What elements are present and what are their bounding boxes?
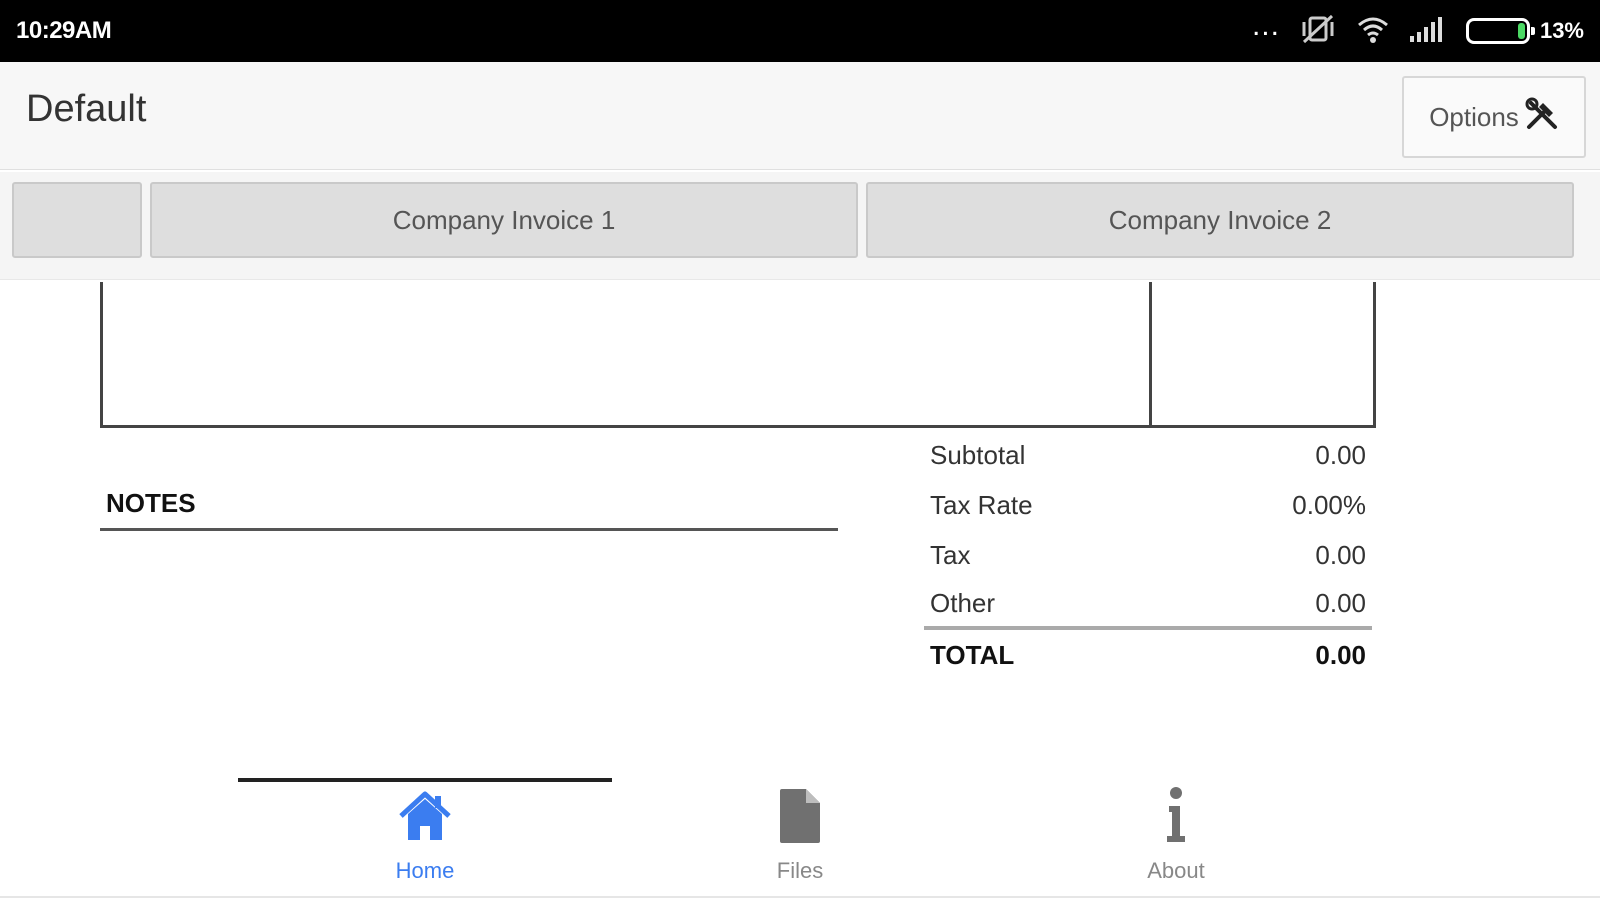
bottom-divider (0, 896, 1600, 898)
nav-home[interactable]: Home (238, 784, 612, 894)
battery-percent: 13% (1539, 18, 1584, 43)
signal-icon (1408, 14, 1448, 49)
notes-label: NOTES (106, 488, 196, 518)
overflow-dots: ... (1251, 9, 1280, 42)
battery-fill (1517, 23, 1525, 39)
battery-icon (1465, 18, 1535, 44)
line-items-table[interactable] (100, 282, 1376, 428)
subtotal-value: 0.00 (1315, 439, 1366, 470)
options-label: Options (1429, 101, 1519, 132)
info-icon (1146, 784, 1206, 848)
tools-icon (1525, 97, 1559, 138)
status-time: 10:29AM (16, 17, 112, 44)
other-label: Other (930, 587, 996, 618)
tab-company-invoice-2[interactable]: Company Invoice 2 (866, 182, 1574, 258)
tax-label: Tax (930, 539, 971, 570)
tax-rate-label: Tax Rate (930, 489, 1033, 520)
vibrate-off-icon (1298, 12, 1338, 51)
invoice-tab-strip: Company Invoice 1 Company Invoice 2 (0, 172, 1600, 280)
tab-company-invoice-1[interactable]: Company Invoice 1 (150, 182, 858, 258)
nav-about-label: About (1147, 858, 1205, 883)
tax-row: Tax 0.00 (924, 530, 1372, 580)
nav-about[interactable]: About (989, 784, 1363, 894)
app-bar: Default Options (0, 62, 1600, 170)
line-items-column-divider (1149, 282, 1152, 425)
nav-home-label: Home (395, 858, 455, 883)
notes-divider (100, 528, 838, 531)
status-bar: 10:29AM ... 13% (0, 0, 1600, 62)
bottom-navigation: Home Files About (0, 770, 1600, 900)
other-value[interactable]: 0.00 (1315, 588, 1366, 619)
active-tab-indicator (238, 778, 612, 782)
tab-previous[interactable] (12, 182, 142, 258)
total-row: TOTAL 0.00 (924, 630, 1372, 680)
page-title: Default (26, 88, 147, 130)
options-button[interactable]: Options (1402, 76, 1586, 158)
subtotal-row: Subtotal 0.00 (924, 430, 1372, 480)
total-value: 0.00 (1315, 639, 1366, 670)
wifi-icon (1356, 14, 1390, 49)
tax-rate-value[interactable]: 0.00% (1292, 490, 1366, 521)
tax-rate-row[interactable]: Tax Rate 0.00% (924, 480, 1372, 530)
nav-files[interactable]: Files (613, 784, 987, 894)
totals-panel: Subtotal 0.00 Tax Rate 0.00% Tax 0.00 Ot… (924, 430, 1372, 680)
battery-indicator: 13% (1465, 18, 1584, 44)
other-row[interactable]: Other 0.00 (924, 580, 1372, 630)
status-icons: ... 13% (1251, 9, 1584, 51)
tax-value: 0.00 (1315, 539, 1366, 570)
file-icon (770, 784, 830, 848)
nav-files-label: Files (776, 858, 824, 883)
total-label: TOTAL (930, 639, 1015, 670)
home-icon (395, 784, 455, 848)
subtotal-label: Subtotal (930, 439, 1026, 470)
